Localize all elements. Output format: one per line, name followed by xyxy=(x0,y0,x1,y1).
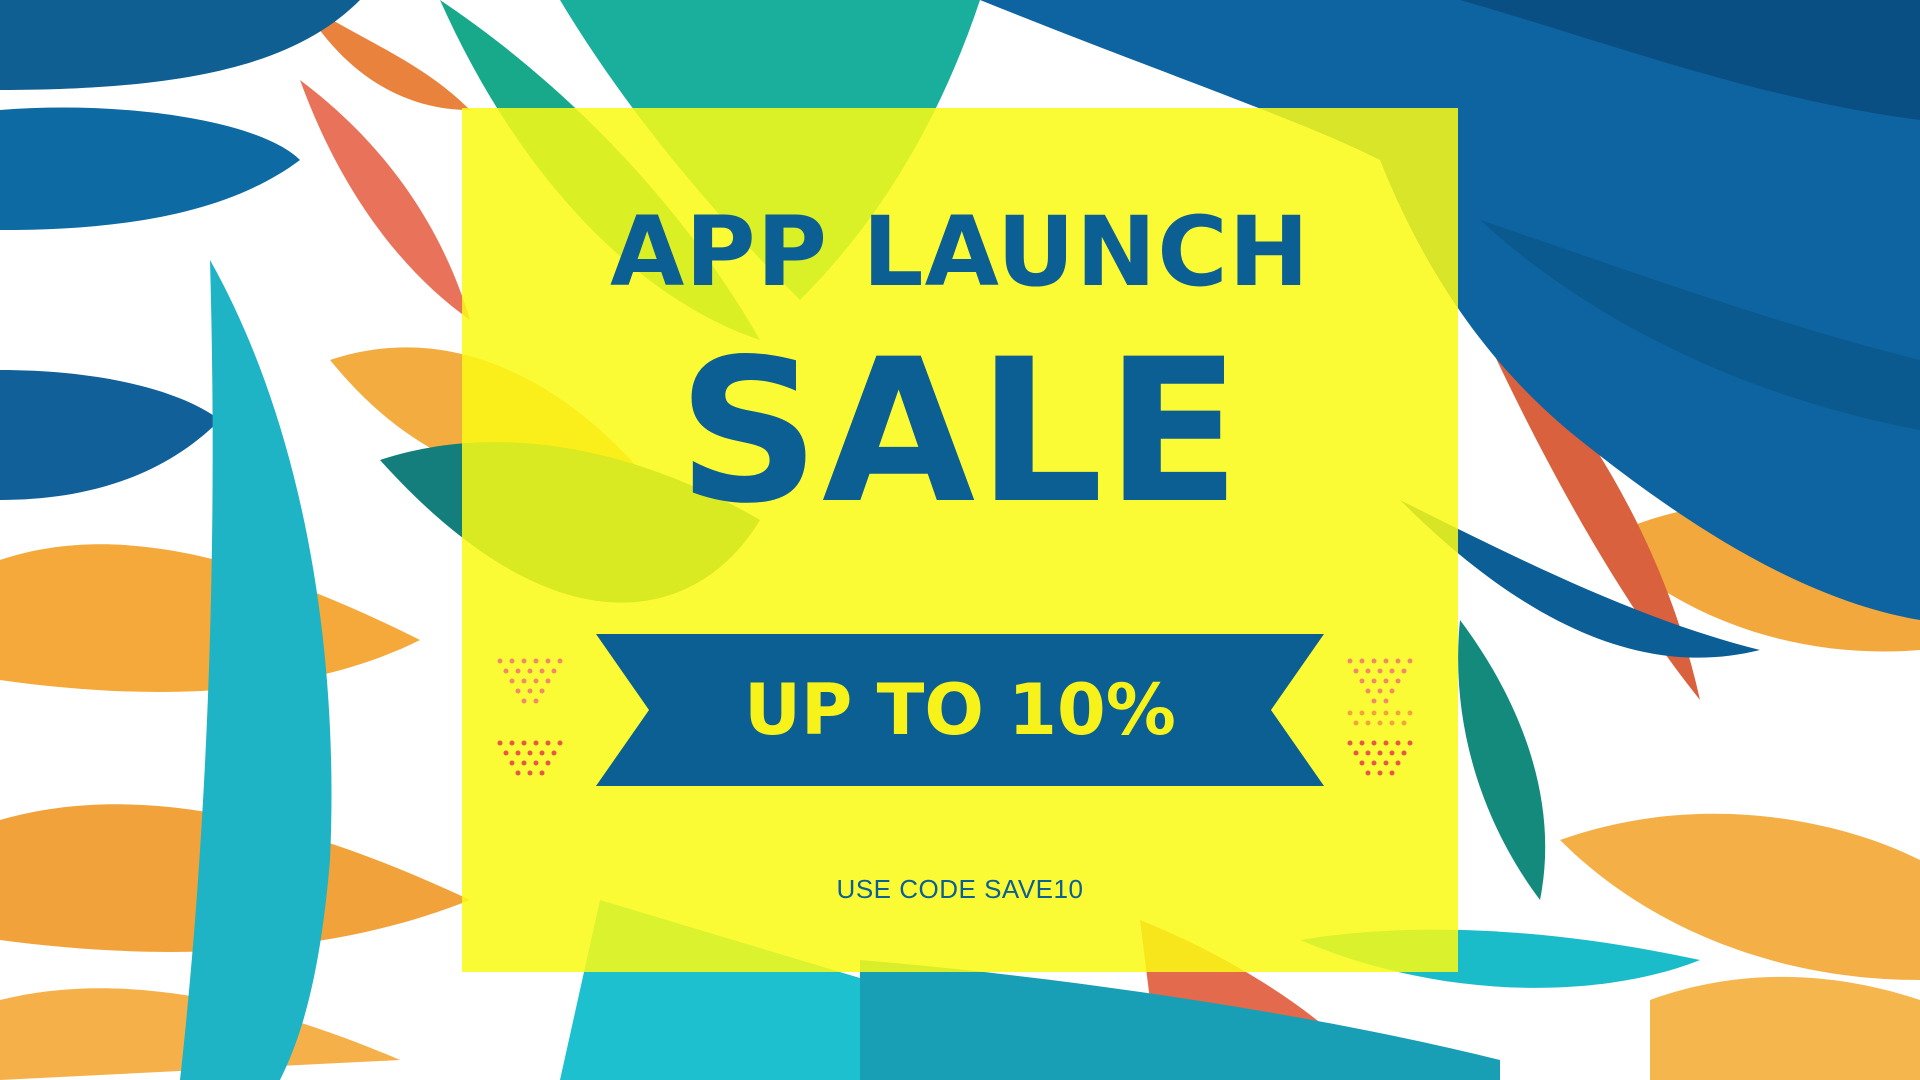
promo-banner: APP LAUNCH SALE UP TO 10% USE CODE SAVE1… xyxy=(0,0,1920,1080)
headline-app-launch: APP LAUNCH xyxy=(609,196,1311,308)
chevron-dot-pattern-left xyxy=(497,658,563,776)
discount-ribbon: UP TO 10% xyxy=(596,634,1324,786)
chevron-dot-pattern-right xyxy=(1347,658,1413,776)
promo-code-text: USE CODE SAVE10 xyxy=(836,874,1084,904)
headline-sale: SALE xyxy=(677,316,1243,547)
sale-card: APP LAUNCH SALE UP TO 10% USE CODE SAVE1… xyxy=(462,108,1458,972)
discount-text: UP TO 10% xyxy=(744,669,1176,751)
